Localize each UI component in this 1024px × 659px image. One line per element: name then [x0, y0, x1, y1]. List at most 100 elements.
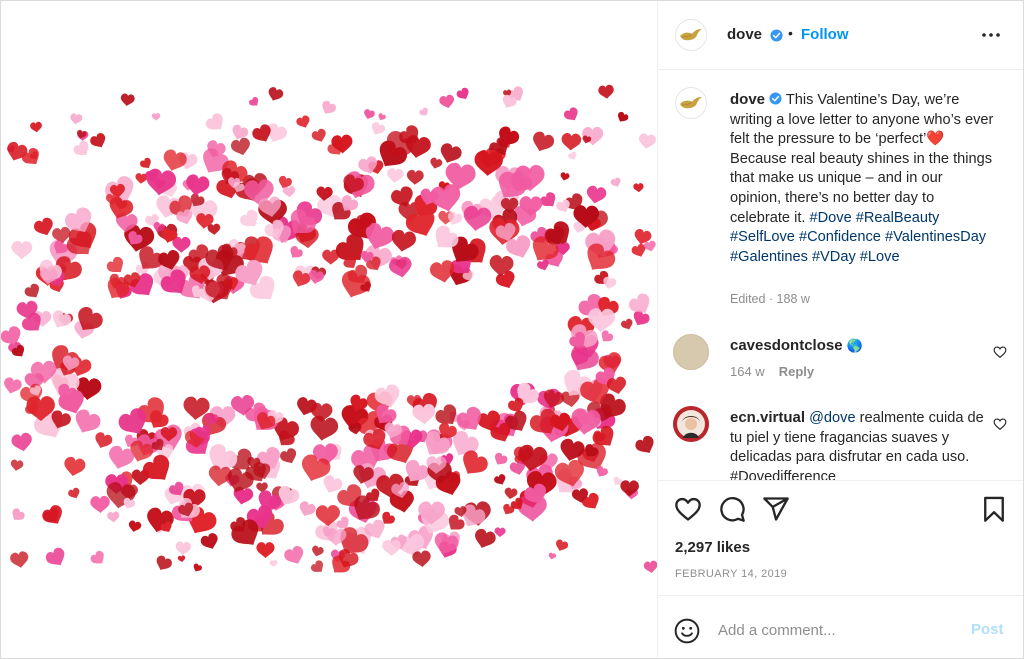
paper-heart-shape [205, 113, 223, 130]
commenter-handle[interactable]: ecn.virtual [730, 409, 805, 426]
paper-heart-shape [128, 520, 142, 532]
paper-heart-shape [200, 533, 218, 549]
paper-heart-shape [186, 174, 210, 196]
paper-heart-shape [95, 432, 113, 449]
paper-heart-shape [90, 133, 106, 148]
post-header: dove • Follow [658, 1, 1023, 70]
paper-heart-shape [406, 169, 424, 185]
paper-heart-shape [280, 448, 297, 464]
like-icon[interactable] [674, 495, 702, 523]
paper-heart-shape [177, 555, 186, 563]
paper-heart-shape [391, 229, 416, 252]
paper-heart-shape [73, 140, 89, 155]
heart-small-icon[interactable] [993, 345, 1007, 359]
paper-heart-shape [52, 310, 72, 328]
paper-heart-shape [296, 115, 310, 128]
paper-heart-shape [430, 157, 443, 169]
post-date[interactable]: FEBRUARY 14, 2019 [675, 568, 787, 580]
reply-button[interactable]: Reply [779, 364, 814, 379]
paper-heart-shape [548, 552, 557, 560]
paper-heart-shape [151, 113, 161, 121]
mention-link[interactable]: @dove [809, 410, 855, 426]
paper-heart-shape [230, 137, 250, 156]
dove-logo-icon [680, 97, 702, 109]
caption-text-block: dove This Valentine’s Day, we’re writing… [730, 90, 996, 267]
save-icon[interactable] [980, 495, 1008, 523]
paper-heart-shape [635, 435, 654, 454]
share-icon[interactable] [762, 495, 790, 523]
caption-body: This Valentine’s Day, we’re writing a lo… [730, 92, 994, 226]
paper-heart-shape [378, 113, 386, 121]
lips-hearts-illustration [1, 84, 657, 573]
paper-heart-shape [643, 560, 657, 573]
account-handle[interactable]: dove [727, 26, 762, 43]
paper-heart-shape [419, 107, 428, 116]
paper-heart-shape [563, 107, 578, 121]
comment-icon[interactable] [718, 495, 746, 523]
dove-logo-icon [680, 29, 702, 41]
caption-handle[interactable]: dove [730, 91, 765, 108]
paper-heart-shape [560, 172, 570, 181]
instagram-post-window: dove • Follow dove This Valentine’s Day,… [0, 0, 1024, 659]
paper-heart-shape [163, 149, 187, 171]
commenter-avatar[interactable] [673, 334, 709, 370]
paper-heart-shape [322, 100, 337, 114]
post-comment-button[interactable]: Post [971, 621, 1004, 638]
comment-age: 164 w [730, 364, 765, 379]
add-comment-input[interactable] [718, 618, 958, 642]
paper-heart-shape [533, 131, 555, 152]
paper-heart-shape [561, 133, 582, 151]
paper-heart-shape [299, 501, 316, 517]
paper-heart-shape [439, 94, 455, 109]
dove-avatar[interactable] [675, 19, 707, 51]
paper-heart-shape [268, 87, 284, 101]
paper-heart-shape [11, 432, 32, 452]
paper-heart-shape [64, 456, 86, 477]
separator-dot: • [788, 25, 793, 41]
emoji-icon[interactable] [674, 618, 700, 644]
paper-heart-shape [68, 487, 80, 499]
verified-badge-icon [769, 92, 782, 105]
paper-heart-shape [387, 168, 404, 183]
paper-heart-shape [617, 111, 629, 122]
paper-heart-shape [10, 551, 29, 568]
paper-heart-shape [475, 528, 496, 549]
follow-button[interactable]: Follow [801, 26, 849, 43]
paper-heart-shape [610, 177, 621, 187]
paper-heart-shape [90, 495, 110, 513]
paper-heart-shape [555, 539, 569, 551]
paper-heart-shape [494, 474, 506, 485]
paper-heart-shape [371, 122, 386, 135]
paper-heart-shape [456, 87, 469, 99]
post-image[interactable] [1, 1, 658, 658]
paper-heart-shape [586, 185, 607, 204]
commenter-handle[interactable]: cavesdontclose [730, 337, 843, 354]
paper-heart-shape [638, 133, 656, 149]
paper-heart-shape [70, 113, 83, 125]
paper-heart-shape [412, 403, 436, 425]
paper-heart-shape [412, 550, 431, 567]
paper-heart-shape [193, 563, 202, 572]
paper-heart-shape [12, 508, 25, 520]
paper-heart-shape [290, 246, 303, 258]
heart-small-icon[interactable] [993, 417, 1007, 431]
paper-heart-shape [598, 84, 614, 99]
avatar-photo [673, 406, 709, 442]
paper-heart-shape [284, 546, 304, 564]
paper-heart-shape [364, 109, 375, 119]
comments-section[interactable]: dove This Valentine’s Day, we’re writing… [658, 70, 1023, 480]
likes-count[interactable]: 2,297 likes [675, 539, 750, 556]
paper-heart-shape [249, 96, 259, 106]
more-options-icon[interactable] [980, 27, 1002, 43]
paper-heart-shape [4, 377, 22, 394]
paper-heart-shape [504, 487, 518, 500]
paper-heart-shape [42, 505, 62, 524]
paper-heart-shape [633, 183, 644, 193]
comment-row: cavesdontclose 🌎 [730, 337, 863, 354]
commenter-avatar[interactable] [673, 406, 709, 442]
dove-caption-avatar[interactable] [675, 87, 707, 119]
paper-heart-shape [107, 511, 120, 523]
paper-heart-shape [175, 541, 191, 556]
paper-heart-shape [10, 459, 24, 471]
comment-composer: Post [658, 595, 1023, 658]
